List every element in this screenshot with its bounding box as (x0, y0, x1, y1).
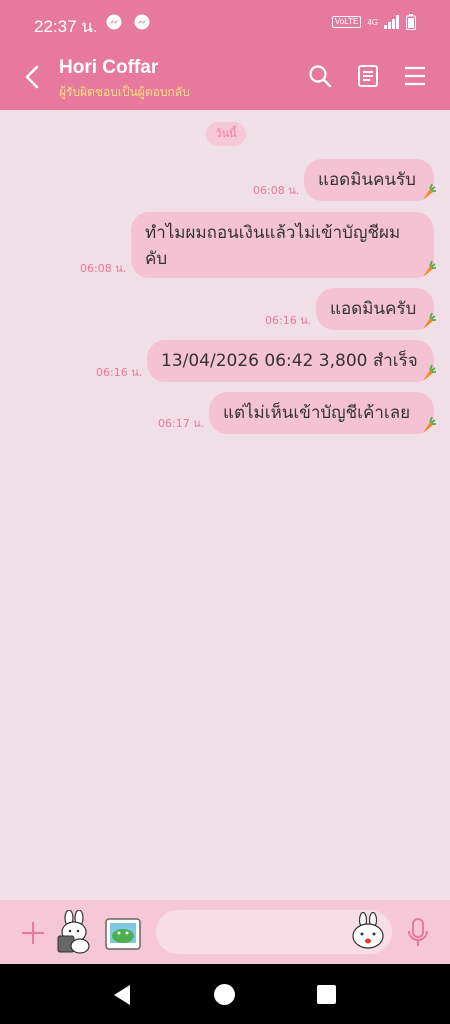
message-bubble[interactable]: ทำไมผมถอนเงินแล้วไม่เข้าบัญชีผมคับ (131, 212, 434, 278)
chat-title: Hori Coffar (59, 57, 159, 78)
messenger-icon (134, 14, 150, 30)
chat-area[interactable]: วันนี้ แอดมินคนรับ 06:08 น. ทำไมผมถอนเงิ… (0, 110, 450, 900)
message-timestamp: 06:16 น. (265, 314, 312, 327)
signal-icon (384, 15, 399, 29)
status-right-cluster: VoLTE 4G (331, 14, 416, 30)
volte-badge: VoLTE (331, 16, 362, 28)
back-arrow-icon[interactable] (22, 64, 42, 90)
chat-header: Hori Coffar ผู้รับผิดชอบเป็นผู้ตอบกลับ (0, 44, 450, 110)
carrot-icon (423, 260, 436, 277)
message-timestamp: 06:16 น. (96, 366, 143, 379)
carrot-icon (423, 416, 436, 433)
date-chip: วันนี้ (206, 122, 246, 146)
message-bubble[interactable]: แอดมินคนรับ (304, 159, 434, 201)
menu-icon[interactable] (403, 64, 427, 88)
message-bubble[interactable]: แต่ไม่เห็นเข้าบัญชีเค้าเลย (209, 392, 434, 434)
notes-icon[interactable] (356, 64, 380, 88)
nav-home-icon[interactable] (214, 984, 235, 1005)
sticker-icon[interactable] (52, 910, 94, 954)
carrot-icon (423, 312, 436, 329)
carrot-icon (423, 183, 436, 200)
emoji-icon[interactable] (350, 912, 386, 950)
message-timestamp: 06:08 น. (253, 184, 300, 197)
microphone-icon[interactable] (406, 918, 430, 948)
message-bubble[interactable]: แอดมินครับ (316, 288, 434, 330)
search-icon[interactable] (308, 64, 332, 88)
nav-back-icon[interactable] (112, 984, 132, 1006)
nav-recents-icon[interactable] (317, 985, 336, 1004)
system-nav-bar (0, 964, 450, 1024)
messenger-icon (106, 14, 122, 30)
chat-subtitle: ผู้รับผิดชอบเป็นผู้ตอบกลับ (59, 85, 190, 99)
status-time: 22:37 น. (34, 17, 98, 36)
battery-icon (406, 14, 416, 30)
message-bubble[interactable]: 13/04/2026 06:42 3,800 สำเร็จ (147, 340, 434, 382)
message-input-bar (0, 900, 450, 964)
photo-icon[interactable] (104, 916, 142, 952)
plus-icon[interactable] (20, 920, 46, 946)
carrot-icon (423, 364, 436, 381)
message-timestamp: 06:17 น. (158, 417, 205, 430)
message-timestamp: 06:08 น. (80, 262, 127, 275)
status-bar: 22:37 น. VoLTE 4G (0, 0, 450, 44)
network-label: 4G (367, 17, 378, 27)
